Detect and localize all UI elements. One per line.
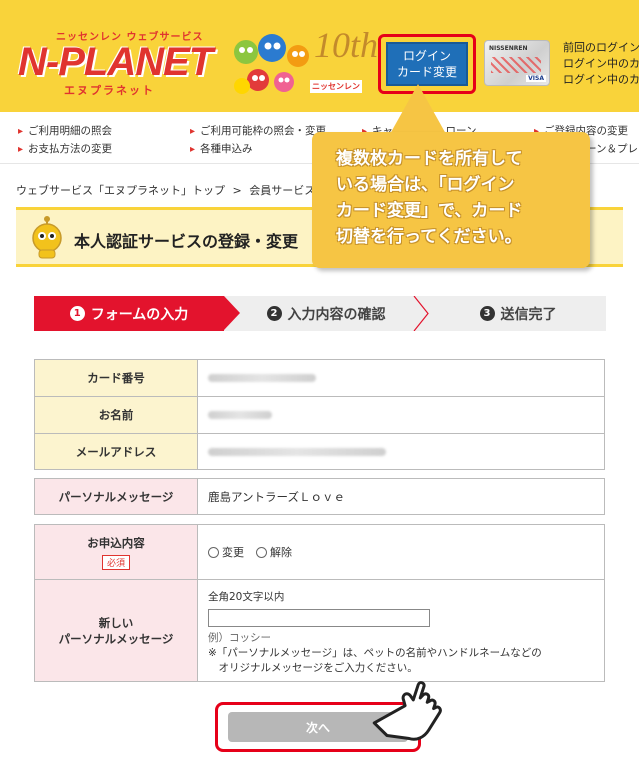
callout-line-2: いる場合は、「ログイン <box>336 175 515 195</box>
current-login-card-2: ログイン中のカー <box>563 73 639 86</box>
step-number: 1 <box>69 306 85 321</box>
application-table: お申込内容 必須 変更 解除 新しい パーソナルメッセージ 全角20文字以内 例… <box>34 524 605 682</box>
step-label: 入力内容の確認 <box>287 306 386 323</box>
note-line-1: ※「パーソナルメッセージ」は、ペットの名前やハンドルネームなどの <box>208 647 542 659</box>
nav-item-payment[interactable]: お支払方法の変更 <box>18 141 112 156</box>
login-card-change-button[interactable]: ログイン カード変更 <box>386 42 468 86</box>
login-card-line-1: ログイン <box>402 49 451 63</box>
card-pattern <box>491 57 541 73</box>
logo-main-text: N-PLANET <box>18 40 213 84</box>
instruction-callout: 複数枚カードを所有して いる場合は、「ログイン カード変更」で、カード 切替を行… <box>312 132 590 268</box>
callout-line-3: カード変更」で、カード <box>336 201 523 221</box>
callout-pointer <box>390 84 446 134</box>
step-arrow <box>224 296 240 330</box>
callout-line-1: 複数枚カードを所有して <box>336 149 523 169</box>
card-number-value <box>198 360 604 396</box>
card-brand: NISSENREN <box>489 45 528 52</box>
email-label: メールアドレス <box>35 434 198 469</box>
pointing-hand-icon <box>372 681 442 741</box>
tenth-anniversary-badge: 10th ニッセンレン <box>310 24 379 96</box>
account-info-table: カード番号 お名前 メールアドレス <box>34 359 605 470</box>
radio-change-label: 変更 <box>222 546 244 559</box>
email-value <box>198 434 604 469</box>
application-content-label: お申込内容 必須 <box>35 525 198 579</box>
nav-item-limit[interactable]: ご利用可能枠の照会・変更 <box>190 123 326 138</box>
login-card-line-2: カード変更 <box>396 65 457 79</box>
radio-circle-icon <box>208 546 219 558</box>
login-info: 前回のログイン ログイン中のカー ログイン中のカー <box>563 40 639 88</box>
card-network: VISA <box>526 75 546 82</box>
radio-cancel-label: 解除 <box>270 546 292 559</box>
radio-cancel[interactable]: 解除 <box>256 544 292 560</box>
step-number: 3 <box>479 306 495 321</box>
card-number-label: カード番号 <box>35 360 198 396</box>
table-row: カード番号 <box>35 360 604 397</box>
nav-item-applications[interactable]: 各種申込み <box>190 141 253 156</box>
redacted-card-number <box>208 374 316 382</box>
anniversary-label: ニッセンレン <box>310 80 362 93</box>
logo-kana-bottom: エヌプラネット <box>64 84 155 97</box>
application-content-title: お申込内容 <box>87 535 145 550</box>
new-message-input[interactable] <box>208 609 430 627</box>
mascot-characters-illustration <box>234 34 309 94</box>
table-row: パーソナルメッセージ 鹿島アントラーズＬｏｖｅ <box>35 479 604 514</box>
table-row: メールアドレス <box>35 434 604 469</box>
new-message-label-line-1: 新しい <box>98 615 134 630</box>
page-title: 本人認証サービスの登録・変更 <box>74 232 299 251</box>
mascot-icon <box>32 216 62 259</box>
nav-item-statement[interactable]: ご利用明細の照会 <box>18 123 112 138</box>
step-number: 2 <box>266 306 282 321</box>
last-login: 前回のログイン <box>563 41 639 54</box>
step-confirm: 2 入力内容の確認 <box>240 296 412 331</box>
application-options: 変更 解除 <box>198 525 604 579</box>
callout-line-4: 切替を行ってください。 <box>336 227 522 247</box>
table-row: 新しい パーソナルメッセージ 全角20文字以内 例）コッシー ※「パーソナルメッ… <box>35 580 604 681</box>
breadcrumb-sep: > <box>232 184 242 197</box>
personal-message-label: パーソナルメッセージ <box>35 479 198 514</box>
n-planet-logo[interactable]: ニッセンレン ウェブサービス N-PLANET エヌプラネット <box>18 28 218 98</box>
redacted-name <box>208 411 272 419</box>
new-message-label: 新しい パーソナルメッセージ <box>35 580 198 681</box>
radio-circle-icon <box>256 546 267 558</box>
required-badge: 必須 <box>101 554 130 570</box>
table-row: お名前 <box>35 397 604 434</box>
step-separator-icon <box>413 296 429 331</box>
current-login-card: ログイン中のカー <box>563 57 639 70</box>
radio-change[interactable]: 変更 <box>208 544 244 560</box>
new-message-label-line-2: パーソナルメッセージ <box>58 631 174 646</box>
current-message-table: パーソナルメッセージ 鹿島アントラーズＬｏｖｅ <box>34 478 605 515</box>
redacted-email <box>208 447 386 456</box>
step-complete: 3 送信完了 <box>430 296 606 331</box>
page: ニッセンレン ウェブサービス N-PLANET エヌプラネット 10th ニッセ… <box>0 0 639 765</box>
step-form-input: 1 フォームの入力 <box>34 296 224 331</box>
table-row: お申込内容 必須 変更 解除 <box>35 525 604 580</box>
name-value <box>198 397 604 433</box>
new-message-field: 全角20文字以内 例）コッシー ※「パーソナルメッセージ」は、ペットの名前やハン… <box>198 580 542 681</box>
credit-card-image: NISSENREN VISA <box>484 40 550 86</box>
anniversary-number: 10th <box>314 25 379 65</box>
callout-text: 複数枚カードを所有して いる場合は、「ログイン カード変更」で、カード 切替を行… <box>336 146 576 250</box>
progress-steps: 1 フォームの入力 2 入力内容の確認 3 送信完了 <box>34 296 606 331</box>
example-text: 例）コッシー <box>208 632 271 644</box>
name-label: お名前 <box>35 397 198 433</box>
site-header: ニッセンレン ウェブサービス N-PLANET エヌプラネット 10th ニッセ… <box>0 0 639 112</box>
step-label: 送信完了 <box>500 306 557 323</box>
personal-message-value: 鹿島アントラーズＬｏｖｅ <box>208 489 345 504</box>
breadcrumb-top[interactable]: ウェブサービス「エヌプラネット」トップ <box>16 184 225 197</box>
step-label: フォームの入力 <box>90 306 189 323</box>
breadcrumb-member[interactable]: 会員サービス <box>249 184 315 197</box>
limit-note: 全角20文字以内 <box>208 591 285 603</box>
